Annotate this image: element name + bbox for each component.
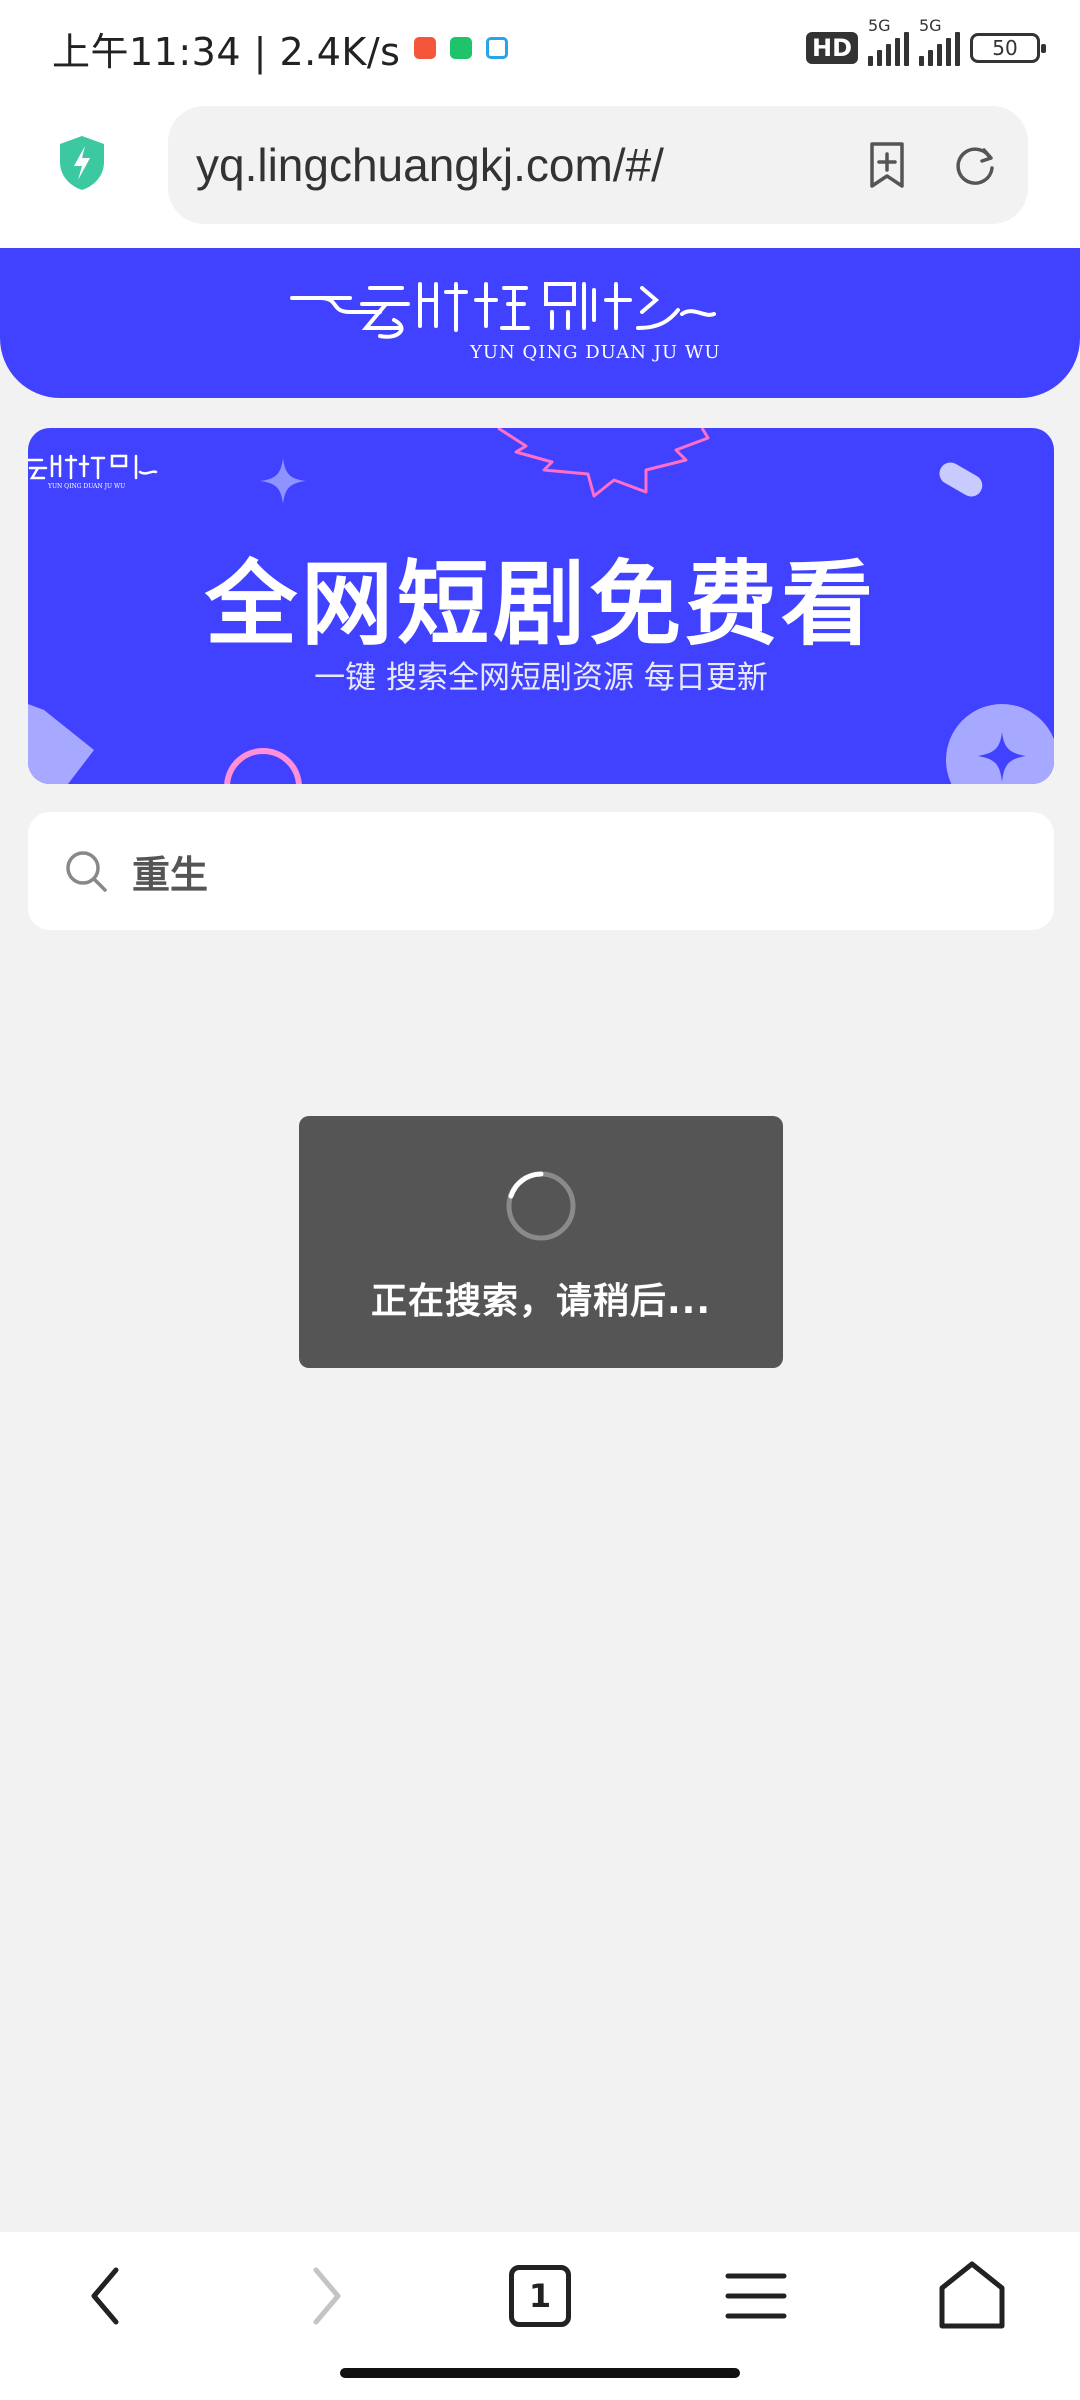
status-left: 上午11:34 | 2.4K/s bbox=[52, 21, 509, 76]
notification-chat-icon bbox=[450, 37, 473, 59]
tabs-button[interactable]: 1 bbox=[500, 2256, 580, 2336]
loading-message: 正在搜索，请稍后... bbox=[370, 1281, 712, 1322]
loading-spinner-icon bbox=[506, 1171, 576, 1241]
battery-icon: 50 bbox=[970, 33, 1046, 63]
banner-mini-logo-icon: YUN QING DUAN JU WU bbox=[28, 454, 158, 490]
browser-toolbar: yq.lingchuangkj.com/#/ bbox=[0, 96, 1080, 248]
tabs-count-icon: 1 bbox=[509, 2265, 571, 2327]
star-bubble-icon bbox=[946, 704, 1054, 784]
security-shield-icon[interactable] bbox=[56, 134, 108, 192]
browser-bottom-nav: 1 bbox=[0, 2232, 1080, 2400]
tab-count: 1 bbox=[528, 2277, 552, 2315]
promo-banner[interactable]: YUN QING DUAN JU WU 全网短剧免费看 一键 搜索全网短剧资源 … bbox=[28, 428, 1054, 784]
search-icon bbox=[66, 851, 107, 892]
search-input[interactable]: 重生 bbox=[28, 812, 1054, 930]
add-bookmark-icon[interactable] bbox=[862, 140, 912, 190]
banner-title: 全网短剧免费看 bbox=[204, 551, 877, 658]
notification-bird-icon bbox=[486, 37, 509, 59]
hd-voice-icon: HD bbox=[805, 32, 858, 64]
signal-strength-icon-2: 5G bbox=[919, 16, 960, 66]
loading-toast: 正在搜索，请稍后... bbox=[299, 1116, 783, 1368]
site-logo: YUN QING DUAN JU WU bbox=[290, 282, 721, 363]
status-time: 上午11:34 | 2.4K/s bbox=[52, 29, 401, 74]
status-bar: 上午11:34 | 2.4K/s HD 5G 5G 50 bbox=[0, 0, 1080, 96]
status-right: HD 5G 5G 50 bbox=[805, 16, 1046, 66]
signal-strength-icon: 5G bbox=[868, 16, 909, 66]
sparkle-icon bbox=[260, 458, 306, 504]
address-bar[interactable]: yq.lingchuangkj.com/#/ bbox=[168, 106, 1028, 224]
gesture-home-indicator[interactable] bbox=[340, 2368, 740, 2378]
notification-app-icon bbox=[414, 37, 437, 59]
menu-icon[interactable] bbox=[716, 2256, 796, 2336]
site-header: YUN QING DUAN JU WU bbox=[0, 248, 1080, 398]
forward-arrow-icon[interactable] bbox=[284, 2256, 364, 2336]
ring-decoration bbox=[224, 748, 302, 784]
battery-level: 50 bbox=[992, 36, 1018, 60]
home-icon[interactable] bbox=[932, 2256, 1012, 2336]
search-query[interactable]: 重生 bbox=[132, 844, 208, 899]
logo-subtitle: YUN QING DUAN JU WU bbox=[469, 342, 721, 363]
triangle-decoration bbox=[28, 704, 94, 784]
starburst-decoration bbox=[497, 428, 710, 498]
svg-text:YUN QING DUAN JU WU: YUN QING DUAN JU WU bbox=[47, 483, 125, 490]
back-arrow-icon[interactable] bbox=[68, 2256, 148, 2336]
refresh-icon[interactable] bbox=[950, 140, 1000, 190]
url-text[interactable]: yq.lingchuangkj.com/#/ bbox=[196, 138, 824, 192]
pill-decoration bbox=[939, 462, 983, 497]
banner-subtitle: 一键 搜索全网短剧资源 每日更新 bbox=[314, 660, 768, 696]
